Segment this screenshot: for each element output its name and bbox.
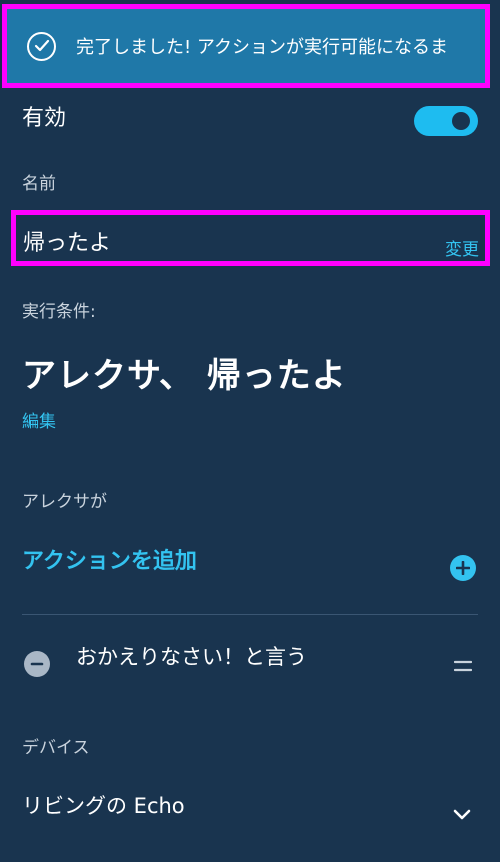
action-item-text[interactable]: おかえりなさい！と言う <box>76 641 307 671</box>
add-action-button[interactable]: アクションを追加 <box>22 543 197 575</box>
divider <box>22 614 478 615</box>
change-name-link[interactable]: 変更 <box>445 235 479 260</box>
chevron-down-icon[interactable] <box>453 806 471 825</box>
minus-circle-icon[interactable] <box>24 651 50 677</box>
name-caption: 名前 <box>22 174 56 194</box>
actions-caption: アレクサが <box>22 492 107 512</box>
check-circle-icon <box>27 31 56 61</box>
enabled-label: 有効 <box>22 106 67 131</box>
device-caption: デバイス <box>22 738 90 758</box>
toggle-knob <box>452 112 470 130</box>
enabled-toggle[interactable] <box>414 106 478 136</box>
plus-circle-icon[interactable] <box>450 555 476 581</box>
drag-handle-icon[interactable] <box>453 657 473 676</box>
trigger-phrase: アレクサ、 帰ったよ <box>22 356 347 396</box>
toast-message: 完了しました! アクションが実行可能になるま <box>76 37 449 58</box>
name-value: 帰ったよ <box>23 231 112 256</box>
success-toast: 完了しました! アクションが実行可能になるま <box>2 4 490 88</box>
trigger-caption: 実行条件: <box>22 302 96 322</box>
edit-trigger-link[interactable]: 編集 <box>22 407 56 432</box>
device-value[interactable]: リビングの Echo <box>22 790 185 820</box>
name-field[interactable]: 帰ったよ 変更 <box>11 210 490 266</box>
